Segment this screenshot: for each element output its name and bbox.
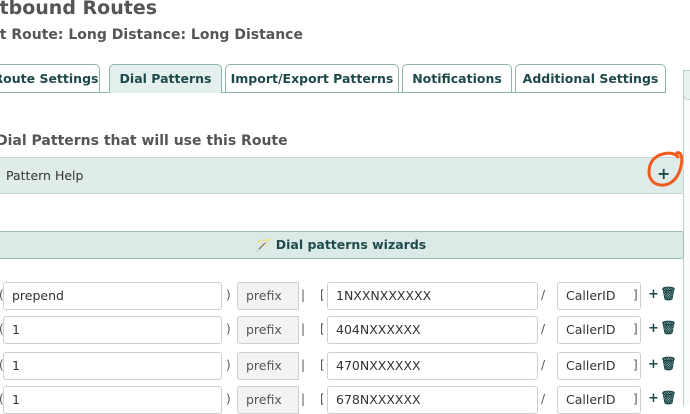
match-open-bracket: [ (320, 392, 325, 406)
tab-notifications[interactable]: Notifications (402, 64, 512, 92)
prefix-separator: | (301, 358, 306, 372)
add-row-icon[interactable]: + (648, 287, 659, 302)
prefix-input[interactable]: prefix (237, 316, 299, 344)
tab-route-settings[interactable]: Route Settings (0, 64, 100, 92)
callerid-slash: / (541, 358, 546, 372)
callerid-close-bracket: ] (633, 288, 638, 302)
prepend-input[interactable]: prepend (3, 282, 222, 310)
wand-icon: 🪄 (255, 237, 272, 252)
add-row-icon[interactable]: + (648, 321, 659, 336)
trash-icon[interactable]: 🗑 (660, 391, 677, 406)
prefix-input[interactable]: prefix (237, 352, 299, 380)
prepend-input[interactable]: 1 (3, 316, 222, 344)
callerid-input[interactable]: CallerID (557, 352, 641, 380)
trash-icon[interactable]: 🗑 (660, 287, 677, 302)
match-pattern-input[interactable]: 678NXXXXXX (327, 386, 538, 414)
callerid-slash: / (541, 392, 546, 406)
pattern-help-bar[interactable] (0, 157, 684, 194)
prepend-close-paren: ) (226, 358, 231, 372)
add-row-icon[interactable]: + (648, 357, 659, 372)
prepend-close-paren: ) (226, 392, 231, 406)
pattern-help-label[interactable]: Pattern Help (6, 168, 83, 183)
tab-import-export-patterns[interactable]: Import/Export Patterns (225, 64, 399, 92)
prefix-separator: | (301, 288, 306, 302)
tab-additional-settings[interactable]: Additional Settings (515, 64, 666, 92)
callerid-slash: / (541, 322, 546, 336)
prefix-input[interactable]: prefix (237, 282, 299, 310)
match-pattern-input[interactable]: 470NXXXXXX (327, 352, 538, 380)
match-open-bracket: [ (320, 288, 325, 302)
page-title: utbound Routes (0, 0, 158, 19)
match-open-bracket: [ (320, 322, 325, 336)
callerid-close-bracket: ] (633, 358, 638, 372)
trash-icon[interactable]: 🗑 (660, 357, 677, 372)
prefix-separator: | (301, 392, 306, 406)
match-pattern-input[interactable]: 404NXXXXXX (327, 316, 538, 344)
annotation-circle-icon (647, 151, 684, 187)
prefix-input[interactable]: prefix (237, 386, 299, 414)
prepend-close-paren: ) (226, 288, 231, 302)
callerid-slash: / (541, 288, 546, 302)
callerid-input[interactable]: CallerID (557, 282, 641, 310)
prepend-close-paren: ) (226, 322, 231, 336)
callerid-close-bracket: ] (633, 392, 638, 406)
prepend-input[interactable]: 1 (3, 386, 222, 414)
dial-patterns-wizard-button[interactable]: 🪄 Dial patterns wizards (0, 231, 684, 259)
callerid-input[interactable]: CallerID (557, 386, 641, 414)
prepend-input[interactable]: 1 (3, 352, 222, 380)
page-subtitle: it Route: Long Distance: Long Distance (0, 27, 303, 43)
match-open-bracket: [ (320, 358, 325, 372)
match-pattern-input[interactable]: 1NXXNXXXXXX (327, 282, 538, 310)
dial-patterns-heading: Dial Patterns that will use this Route (0, 133, 288, 149)
prefix-separator: | (301, 322, 306, 336)
trash-icon[interactable]: 🗑 (660, 321, 677, 336)
tabs-divider (0, 92, 666, 93)
wizard-button-label: Dial patterns wizards (275, 237, 427, 252)
right-panel-handle[interactable] (683, 70, 690, 100)
callerid-input[interactable]: CallerID (557, 316, 641, 344)
right-panel-edge[interactable] (683, 70, 690, 406)
add-row-icon[interactable]: + (648, 391, 659, 406)
callerid-close-bracket: ] (633, 322, 638, 336)
tab-dial-patterns[interactable]: Dial Patterns (109, 64, 222, 93)
